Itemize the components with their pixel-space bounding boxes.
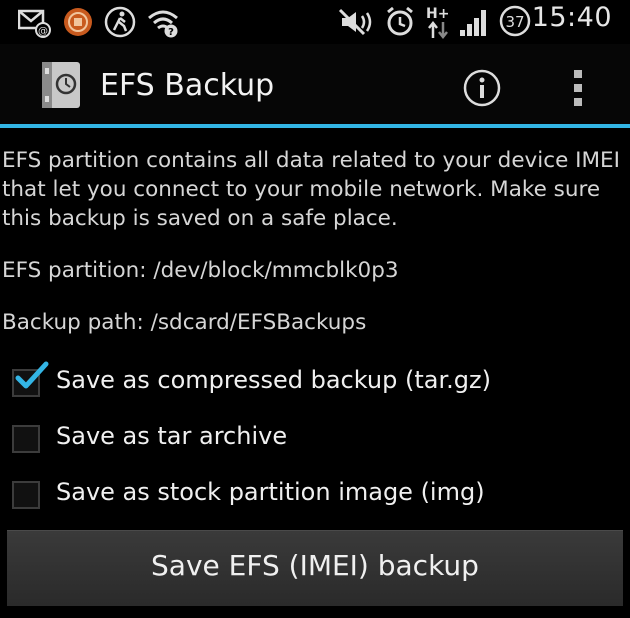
svg-text:?: ?: [168, 27, 174, 38]
option-tar-archive[interactable]: Save as tar archive: [12, 422, 612, 458]
network-arrows-icon: H+: [424, 4, 454, 44]
status-bar: @ ? H+ 37 15:40: [0, 0, 630, 44]
save-backup-button-label: Save EFS (IMEI) backup: [151, 549, 479, 582]
backup-path-label: Backup path: /sdcard/EFSBackups: [2, 310, 367, 335]
option-label: Save as stock partition image (img): [56, 478, 485, 506]
option-stock-partition-image[interactable]: Save as stock partition image (img): [12, 478, 612, 514]
action-bar-divider: [0, 124, 630, 128]
network-type-label: H+: [426, 6, 449, 22]
wifi-question-icon: ?: [146, 6, 180, 42]
option-label: Save as tar archive: [56, 422, 288, 450]
app-title: EFS Backup: [100, 68, 275, 103]
checkbox-tar-archive[interactable]: [12, 425, 40, 453]
description-text: EFS partition contains all data related …: [2, 148, 620, 231]
battery-icon: 37: [498, 4, 532, 42]
info-icon[interactable]: [462, 68, 502, 108]
walk-icon: [104, 6, 136, 42]
checkmark-icon: [14, 360, 50, 396]
status-time: 15:40: [531, 2, 612, 33]
option-label: Save as compressed backup (tar.gz): [56, 366, 491, 394]
option-compressed-backup[interactable]: Save as compressed backup (tar.gz): [12, 361, 612, 402]
app-icon[interactable]: [40, 60, 84, 116]
app-notification-icon: [62, 6, 94, 42]
action-bar: [0, 44, 630, 124]
checkbox-stock-partition-image[interactable]: [12, 481, 40, 509]
alarm-icon: [384, 6, 416, 42]
mute-icon: [338, 8, 380, 40]
battery-level: 37: [505, 13, 524, 31]
save-backup-button[interactable]: Save EFS (IMEI) backup: [7, 530, 623, 606]
overflow-menu-icon[interactable]: [560, 66, 600, 110]
email-notification-icon: @: [17, 8, 52, 42]
efs-partition-label: EFS partition: /dev/block/mmcblk0p3: [2, 258, 399, 283]
svg-text:@: @: [38, 26, 48, 37]
signal-icon: [458, 6, 492, 42]
